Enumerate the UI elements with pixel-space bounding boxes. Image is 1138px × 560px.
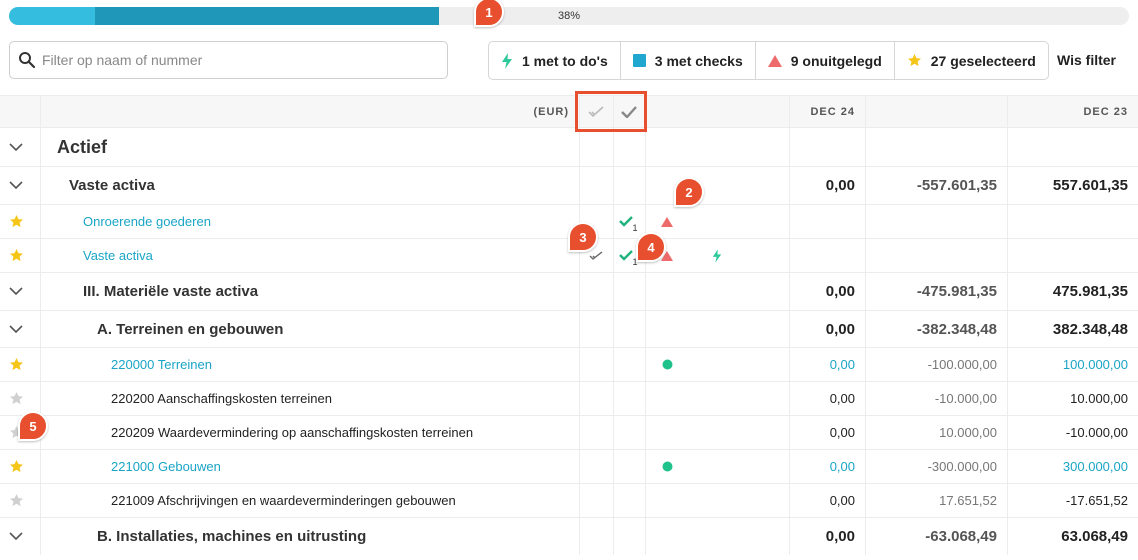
period-header-dec24: DEC 24: [810, 106, 855, 118]
value-diff: -100.000,00: [927, 357, 997, 372]
callout-marker-5: 5: [18, 411, 48, 441]
filter-label: 27 geselecteerd: [930, 52, 1036, 69]
value-dec24[interactable]: 0,00: [789, 348, 865, 381]
account-link[interactable]: Vaste activa: [83, 239, 153, 272]
search-input[interactable]: [42, 52, 422, 68]
value-diff: -300.000,00: [927, 459, 997, 474]
table-row: 221009 Afschrijvingen en waardeverminder…: [0, 483, 1138, 517]
clear-filter-button[interactable]: Wis filter: [1057, 52, 1116, 68]
table-row: 221000 Gebouwen 0,00 -300.000,00 300.000…: [0, 449, 1138, 483]
account-link[interactable]: 221000 Gebouwen: [111, 450, 221, 483]
value-diff: -10.000,00: [934, 391, 997, 406]
value-dec24: 0,00: [829, 493, 855, 508]
search-box[interactable]: [9, 41, 448, 79]
table-row: Vaste activa 1 3 4: [0, 222, 1138, 272]
value-dec24: 0,00: [825, 177, 855, 194]
value-diff: -475.981,35: [916, 283, 997, 300]
account-label: 220200 Aanschaffingskosten terreinen: [111, 391, 332, 406]
value-dec24: 0,00: [825, 528, 855, 545]
currency-header: (EUR): [533, 106, 569, 118]
table-row: 220000 Terreinen 0,00 -100.000,00 100.00…: [0, 347, 1138, 381]
value-diff: -63.068,49: [925, 528, 997, 545]
value-dec24: 0,00: [825, 283, 855, 300]
status-dot-icon[interactable]: [655, 348, 679, 381]
triangle-icon[interactable]: [655, 205, 679, 238]
callout-marker-4: 4: [636, 232, 666, 262]
star-icon[interactable]: [9, 484, 24, 517]
value-dec24[interactable]: 0,00: [789, 450, 865, 483]
value-dec23: 557.601,35: [1052, 177, 1128, 194]
search-icon: [19, 52, 36, 69]
value-diff: 17.651,52: [939, 493, 997, 508]
value-diff: -557.601,35: [916, 177, 997, 194]
status-dot-icon[interactable]: [655, 450, 679, 483]
chevron-down-icon[interactable]: [9, 167, 23, 204]
bolt-icon: [501, 52, 513, 69]
table-row: A. Terreinen en gebouwen 0,00 -382.348,4…: [0, 310, 1138, 347]
filter-label: 1 met to do's: [522, 52, 608, 69]
value-dec23: -17.651,52: [1065, 493, 1128, 508]
triangle-icon: [767, 54, 782, 67]
account-label: 221009 Afschrijvingen en waardeverminder…: [111, 493, 456, 508]
account-label: 220209 Waardevermindering op aanschaffin…: [111, 425, 474, 440]
square-icon: [632, 54, 646, 67]
chevron-down-icon[interactable]: [9, 518, 23, 555]
row-label: Vaste activa: [69, 177, 155, 194]
table-row: Actief: [0, 127, 1138, 166]
table-row: Vaste activa 0,00 -557.601,35 557.601,35: [0, 166, 1138, 204]
star-icon[interactable]: [9, 450, 24, 483]
progress-percent: 38%: [558, 10, 581, 22]
star-icon[interactable]: [9, 382, 24, 415]
value-dec23: 10.000,00: [1070, 391, 1128, 406]
star-icon: [907, 53, 922, 68]
star-icon[interactable]: [9, 239, 24, 272]
filter-checks-button[interactable]: 3 met checks: [621, 42, 756, 79]
value-dec24: 0,00: [825, 320, 855, 338]
check-count: 1: [632, 222, 638, 233]
value-dec23: 382.348,48: [1052, 320, 1128, 338]
value-dec23: -10.000,00: [1065, 425, 1128, 440]
value-dec23: 475.981,35: [1052, 283, 1128, 300]
callout-marker-3: 3: [568, 222, 598, 252]
table-row: 220200 Aanschaffingskosten terreinen 0,0…: [0, 381, 1138, 415]
star-icon[interactable]: [9, 348, 24, 381]
row-label: B. Installaties, machines en uitrusting: [97, 528, 367, 545]
accounts-table: (EUR) DEC 24 DEC 23 Actief Vaste activa …: [0, 91, 1138, 555]
value-dec24: 0,00: [829, 391, 855, 406]
account-link[interactable]: 220000 Terreinen: [111, 348, 212, 381]
table-header: (EUR) DEC 24 DEC 23: [0, 95, 1138, 127]
table-row: B. Installaties, machines en uitrusting …: [0, 517, 1138, 555]
value-dec23: 63.068,49: [1061, 528, 1128, 545]
check-icon[interactable]: 1: [613, 205, 645, 238]
period-header-dec23: DEC 23: [1083, 106, 1128, 118]
account-link[interactable]: Onroerende goederen: [83, 205, 211, 238]
value-diff: 10.000,00: [939, 425, 997, 440]
bolt-icon[interactable]: [708, 239, 726, 272]
status-columns-highlight: [575, 91, 647, 132]
filter-todos-button[interactable]: 1 met to do's: [489, 42, 621, 79]
chevron-down-icon[interactable]: [9, 311, 23, 347]
row-label: III. Materiële vaste activa: [83, 283, 259, 300]
filter-unexplained-button[interactable]: 9 onuitgelegd: [756, 42, 895, 79]
filter-label: 9 onuitgelegd: [790, 52, 882, 69]
progress-fill: [95, 7, 439, 25]
table-row: III. Materiële vaste activa 0,00 -475.98…: [0, 272, 1138, 310]
chevron-down-icon[interactable]: [9, 128, 23, 166]
row-label: Actief: [57, 136, 108, 157]
value-dec24: 0,00: [829, 425, 855, 440]
table-row: 220209 Waardevermindering op aanschaffin…: [0, 411, 1138, 449]
callout-marker-2: 2: [674, 177, 704, 207]
filter-group: 1 met to do's 3 met checks 9 onuitgelegd…: [488, 41, 1049, 80]
filter-selected-button[interactable]: 27 geselecteerd: [895, 42, 1048, 79]
value-diff: -382.348,48: [916, 320, 997, 338]
chevron-down-icon[interactable]: [9, 273, 23, 310]
value-dec23[interactable]: 100.000,00: [1007, 348, 1138, 381]
filter-label: 3 met checks: [654, 52, 743, 69]
row-label: A. Terreinen en gebouwen: [97, 320, 284, 338]
progress-fill-light: [9, 7, 95, 25]
value-dec23[interactable]: 300.000,00: [1007, 450, 1138, 483]
star-icon[interactable]: [9, 205, 24, 238]
